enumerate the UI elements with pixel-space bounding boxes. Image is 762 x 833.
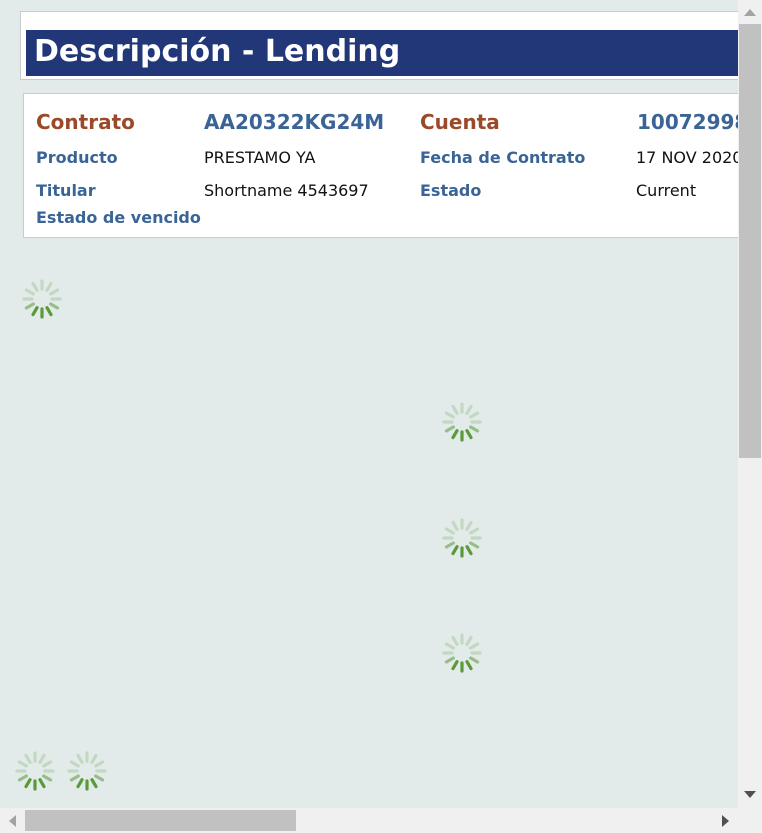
spinner-tick (17, 774, 28, 782)
scrollbar-corner (738, 808, 762, 833)
titular-value: Shortname 4543697 (204, 181, 369, 200)
spinner-tick (444, 642, 455, 650)
spinner-tick (469, 656, 480, 664)
loading-spinner-icon (442, 402, 482, 442)
spinner-tick (31, 281, 39, 292)
spinner-tick (469, 527, 480, 535)
arrow-down-icon[interactable] (744, 791, 756, 798)
spinner-tick (38, 753, 46, 764)
spinner-tick (451, 545, 459, 556)
spinner-tick (31, 306, 39, 317)
spinner-tick (444, 425, 455, 433)
cuenta-label: Cuenta (420, 110, 500, 134)
spinner-tick (45, 281, 53, 292)
spinner-tick (94, 760, 105, 768)
spinner-tick (76, 753, 84, 764)
spinner-tick (465, 429, 473, 440)
spinner-tick (465, 520, 473, 531)
vertical-scrollbar[interactable] (738, 0, 762, 808)
loading-spinner-icon (15, 751, 55, 791)
spinner-tick (38, 778, 46, 789)
loading-spinner-icon (442, 518, 482, 558)
spinner-tick (69, 760, 80, 768)
spinner-tick (465, 545, 473, 556)
spinner-tick (444, 527, 455, 535)
spinner-tick (24, 302, 35, 310)
spinner-tick (90, 778, 98, 789)
spinner-tick (42, 760, 53, 768)
vertical-scroll-thumb[interactable] (739, 24, 761, 458)
spinner-tick (24, 753, 32, 764)
titular-label: Titular (36, 181, 96, 200)
spinner-tick (49, 302, 60, 310)
spinner-tick (451, 520, 459, 531)
spinner-tick (444, 411, 455, 419)
horizontal-scrollbar[interactable] (0, 808, 738, 833)
spinner-tick (94, 774, 105, 782)
spinner-tick (451, 429, 459, 440)
spinner-tick (42, 774, 53, 782)
spinner-tick (469, 642, 480, 650)
loading-spinner-icon (67, 751, 107, 791)
spinner-tick (49, 288, 60, 296)
spinner-tick (465, 660, 473, 671)
spinner-tick (451, 660, 459, 671)
spinner-tick (469, 411, 480, 419)
contrato-value: AA20322KG24M (204, 110, 385, 134)
spinner-tick (465, 635, 473, 646)
fecha-contrato-label: Fecha de Contrato (420, 148, 586, 167)
title-container: Descripción - Lending (20, 11, 738, 80)
estado-vencido-label: Estado de vencido (36, 208, 201, 227)
spinner-tick (69, 774, 80, 782)
producto-value: PRESTAMO YA (204, 148, 316, 167)
spinner-tick (24, 778, 32, 789)
spinner-tick (45, 306, 53, 317)
loading-spinner-icon (22, 279, 62, 319)
cuenta-value: 10072998 (637, 110, 738, 134)
arrow-left-icon[interactable] (9, 815, 16, 827)
estado-value: Current (636, 181, 697, 200)
spinner-tick (451, 635, 459, 646)
horizontal-scroll-thumb[interactable] (25, 810, 296, 831)
producto-label: Producto (36, 148, 118, 167)
arrow-up-icon[interactable] (744, 9, 756, 16)
arrow-right-icon[interactable] (722, 815, 729, 827)
spinner-tick (24, 288, 35, 296)
page-viewport: Descripción - Lending Contrato AA20322KG… (0, 0, 738, 808)
estado-label: Estado (420, 181, 482, 200)
page-title: Descripción - Lending (34, 34, 401, 69)
loading-spinner-icon (442, 633, 482, 673)
spinner-tick (17, 760, 28, 768)
spinner-tick (469, 541, 480, 549)
spinner-tick (469, 425, 480, 433)
spinner-tick (465, 404, 473, 415)
spinner-tick (444, 656, 455, 664)
title-bar: Descripción - Lending (26, 30, 738, 76)
contract-summary-panel: Contrato AA20322KG24M Cuenta 10072998 Pr… (23, 93, 738, 238)
spinner-tick (90, 753, 98, 764)
spinner-tick (444, 541, 455, 549)
spinner-tick (76, 778, 84, 789)
fecha-contrato-value: 17 NOV 2020 (636, 148, 738, 167)
contrato-label: Contrato (36, 110, 135, 134)
spinner-tick (451, 404, 459, 415)
